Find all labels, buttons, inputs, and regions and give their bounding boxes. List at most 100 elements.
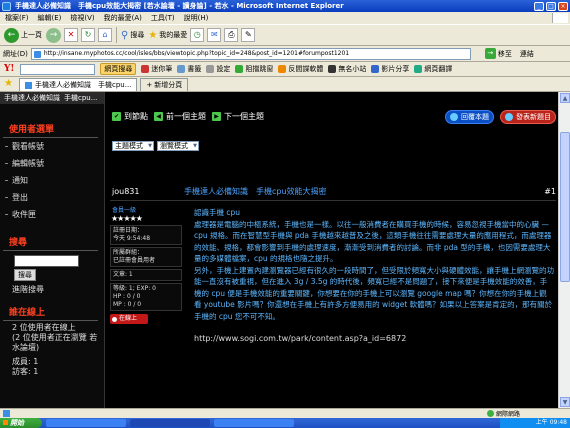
refresh-icon[interactable]: ↻ <box>81 28 95 42</box>
yahoo-logo[interactable]: Y! <box>4 64 14 74</box>
menu-file[interactable]: 檔案(F) <box>5 13 29 23</box>
taskbar-item-1[interactable] <box>46 419 126 427</box>
mail-icon[interactable]: ✉ <box>207 28 222 42</box>
menu-help[interactable]: 說明(H) <box>184 13 209 23</box>
search-title: 搜尋 <box>3 233 98 251</box>
post-content: 認識手機 cpu 處理器是電腦的中樞系統，手機也是一樣。以往一般消費者在購買手機… <box>194 207 554 345</box>
taskbar-item-3[interactable] <box>214 419 294 427</box>
user-level-box: 等級: 1; EXP: 0 HP : 0 / 0 MP : 0 / 0 <box>110 283 182 311</box>
yahoo-search-input[interactable] <box>20 63 96 75</box>
next-topic-link[interactable]: ▶ 下一個主題 <box>212 111 264 122</box>
forward-button[interactable]: → <box>46 27 61 43</box>
favorites-center-icon[interactable]: ★ <box>4 78 16 90</box>
toolbar-separator <box>116 27 117 43</box>
back-label: 上一頁 <box>21 31 42 39</box>
close-button[interactable]: × <box>558 1 568 11</box>
sidebar-item-edit-account[interactable]: 編輯帳號 <box>0 155 104 172</box>
back-button[interactable]: ← 上一頁 <box>4 27 42 43</box>
breadcrumb-item-1[interactable]: 手機達人必備知識 <box>4 92 60 104</box>
yahoo-bookmarks[interactable]: 書籤 <box>177 64 201 74</box>
vertical-scrollbar[interactable]: ▲ ▼ <box>558 92 570 408</box>
reply-label: 回覆本題 <box>461 113 489 121</box>
page-status-icon <box>3 410 10 417</box>
post-count: 文章: 1 <box>113 271 133 278</box>
menu-bar: 檔案(F) 編輯(E) 檢視(V) 我的最愛(A) 工具(T) 說明(H) <box>0 12 570 24</box>
topic-nav: ✔ 到節點 ◀ 前一個主題 ▶ 下一個主題 <box>112 111 270 122</box>
go-label: 移至 <box>497 49 512 58</box>
online-members: 成員: 1 <box>12 357 39 366</box>
user-group-box: 所屬群組： 已註冊會員用者 <box>110 247 182 267</box>
yahoo-wretch[interactable]: 無名小站 <box>328 64 366 74</box>
system-tray-clock[interactable]: 上午 09:48 <box>500 418 570 428</box>
wretch-icon <box>328 65 337 73</box>
yahoo-popup-blocker[interactable]: 阻擋跳窗 <box>235 64 273 74</box>
home-icon[interactable]: ⌂ <box>98 28 112 42</box>
yahoo-translate[interactable]: 網頁翻譯 <box>414 64 452 74</box>
breadcrumb-item-2[interactable]: 手機cpu... <box>64 92 97 104</box>
start-button[interactable]: 開始 <box>0 418 42 428</box>
sidebar-item-notifications[interactable]: 通知 <box>0 172 104 189</box>
minimize-button[interactable]: _ <box>534 1 544 11</box>
scroll-down-icon[interactable]: ▼ <box>560 397 570 407</box>
yahoo-video[interactable]: 影片分享 <box>371 64 409 74</box>
sidebar-item-inbox[interactable]: 收件匣 <box>0 206 104 223</box>
yahoo-video-label: 影片分享 <box>381 65 410 73</box>
sidebar-item-logout[interactable]: 登出 <box>0 189 104 206</box>
edit-icon[interactable]: ✎ <box>241 28 256 42</box>
yahoo-antispyware[interactable]: 反間諜軟體 <box>278 64 323 74</box>
tab-current[interactable]: 手機達人必備知識 手機cpu... <box>19 78 138 91</box>
post-number[interactable]: #1 <box>544 187 556 196</box>
prev-topic-link[interactable]: ◀ 前一個主題 <box>154 111 206 122</box>
yahoo-web-search-button[interactable]: 網頁搜尋 <box>100 63 137 75</box>
search-label: 搜尋 <box>130 31 145 39</box>
scroll-up-icon[interactable]: ▲ <box>560 93 570 103</box>
advanced-search-link[interactable]: 進階搜尋 <box>0 285 104 295</box>
new-topic-label: 發表新題目 <box>516 113 551 121</box>
post-source-link[interactable]: http://www.sogi.com.tw/park/content.asp?… <box>194 333 554 345</box>
search-icon: ⚲ <box>121 29 129 41</box>
favorites-button[interactable]: ★ 我的最愛 <box>148 30 187 41</box>
sidebar-item-view-account[interactable]: 觀看帳號 <box>0 138 104 155</box>
reply-button[interactable]: 回覆本題 <box>445 110 494 124</box>
links-label[interactable]: 連結 <box>520 49 534 59</box>
top-link[interactable]: ✔ 到節點 <box>112 111 148 122</box>
scrollbar-thumb[interactable] <box>560 132 570 282</box>
page-icon <box>25 81 32 89</box>
address-input[interactable]: http://insane.myphotos.cc/cool/isles/bbs… <box>30 47 471 60</box>
maximize-button[interactable]: □ <box>546 1 556 11</box>
search-button[interactable]: ⚲ 搜尋 <box>121 30 144 41</box>
taskbar-item-ie[interactable] <box>130 419 210 427</box>
print-icon[interactable]: ⎙ <box>224 28 239 42</box>
user-mp: MP : 0 / 0 <box>113 301 142 308</box>
yahoo-settings[interactable]: 設定 <box>206 64 230 74</box>
yahoo-mini-pen-label: 迷你筆 <box>151 65 173 73</box>
new-topic-icon <box>505 113 513 121</box>
sidebar: 手機達人必備知識 手機cpu... 使用者選單 觀看帳號 編輯帳號 通知 登出 … <box>0 92 105 408</box>
view-mode-select[interactable]: 瀏覽模式 <box>157 141 199 151</box>
stop-icon[interactable]: ✕ <box>64 28 78 42</box>
security-zone: 網際網路 <box>486 409 520 418</box>
post-paragraph-2: 另外，手機上建置內建瀏覽器已經有很久的一段時間了，但受限於頻寬大小與硬體效能，讓… <box>194 265 554 321</box>
menu-view[interactable]: 檢視(V) <box>70 13 94 23</box>
new-topic-button[interactable]: 發表新題目 <box>500 110 556 124</box>
post-title[interactable]: 手機達人必備知識 手機cpu效能大揭密 <box>184 186 544 197</box>
go-button[interactable]: → 移至 <box>484 48 512 59</box>
ie-icon <box>2 1 11 11</box>
zone-label: 網際網路 <box>495 411 520 418</box>
yahoo-mini-pen[interactable]: 迷你筆 <box>141 64 172 74</box>
online-guests: 訪客: 1 <box>12 367 39 376</box>
post-author[interactable]: jou831 <box>112 187 184 196</box>
pen-icon <box>141 65 150 73</box>
group-value: 已註冊會員用者 <box>113 257 156 264</box>
yahoo-settings-label: 設定 <box>216 65 231 73</box>
thread-mode-select[interactable]: 主題模式 <box>112 141 154 151</box>
sidebar-search-input[interactable] <box>14 255 79 267</box>
history-icon[interactable]: ◷ <box>190 28 205 42</box>
menu-tools[interactable]: 工具(T) <box>151 13 175 23</box>
sidebar-search-button[interactable]: 搜尋 <box>14 269 36 281</box>
tab-new[interactable]: + 新增分頁 <box>140 78 189 91</box>
menu-favorites[interactable]: 我的最愛(A) <box>104 13 142 23</box>
menu-edit[interactable]: 編輯(E) <box>38 13 62 23</box>
topic-actions: 回覆本題 發表新題目 <box>439 110 556 124</box>
online-summary[interactable]: 2 位使用者在線上 (2 位使用者正在瀏覽 若水論壇) <box>0 323 104 353</box>
